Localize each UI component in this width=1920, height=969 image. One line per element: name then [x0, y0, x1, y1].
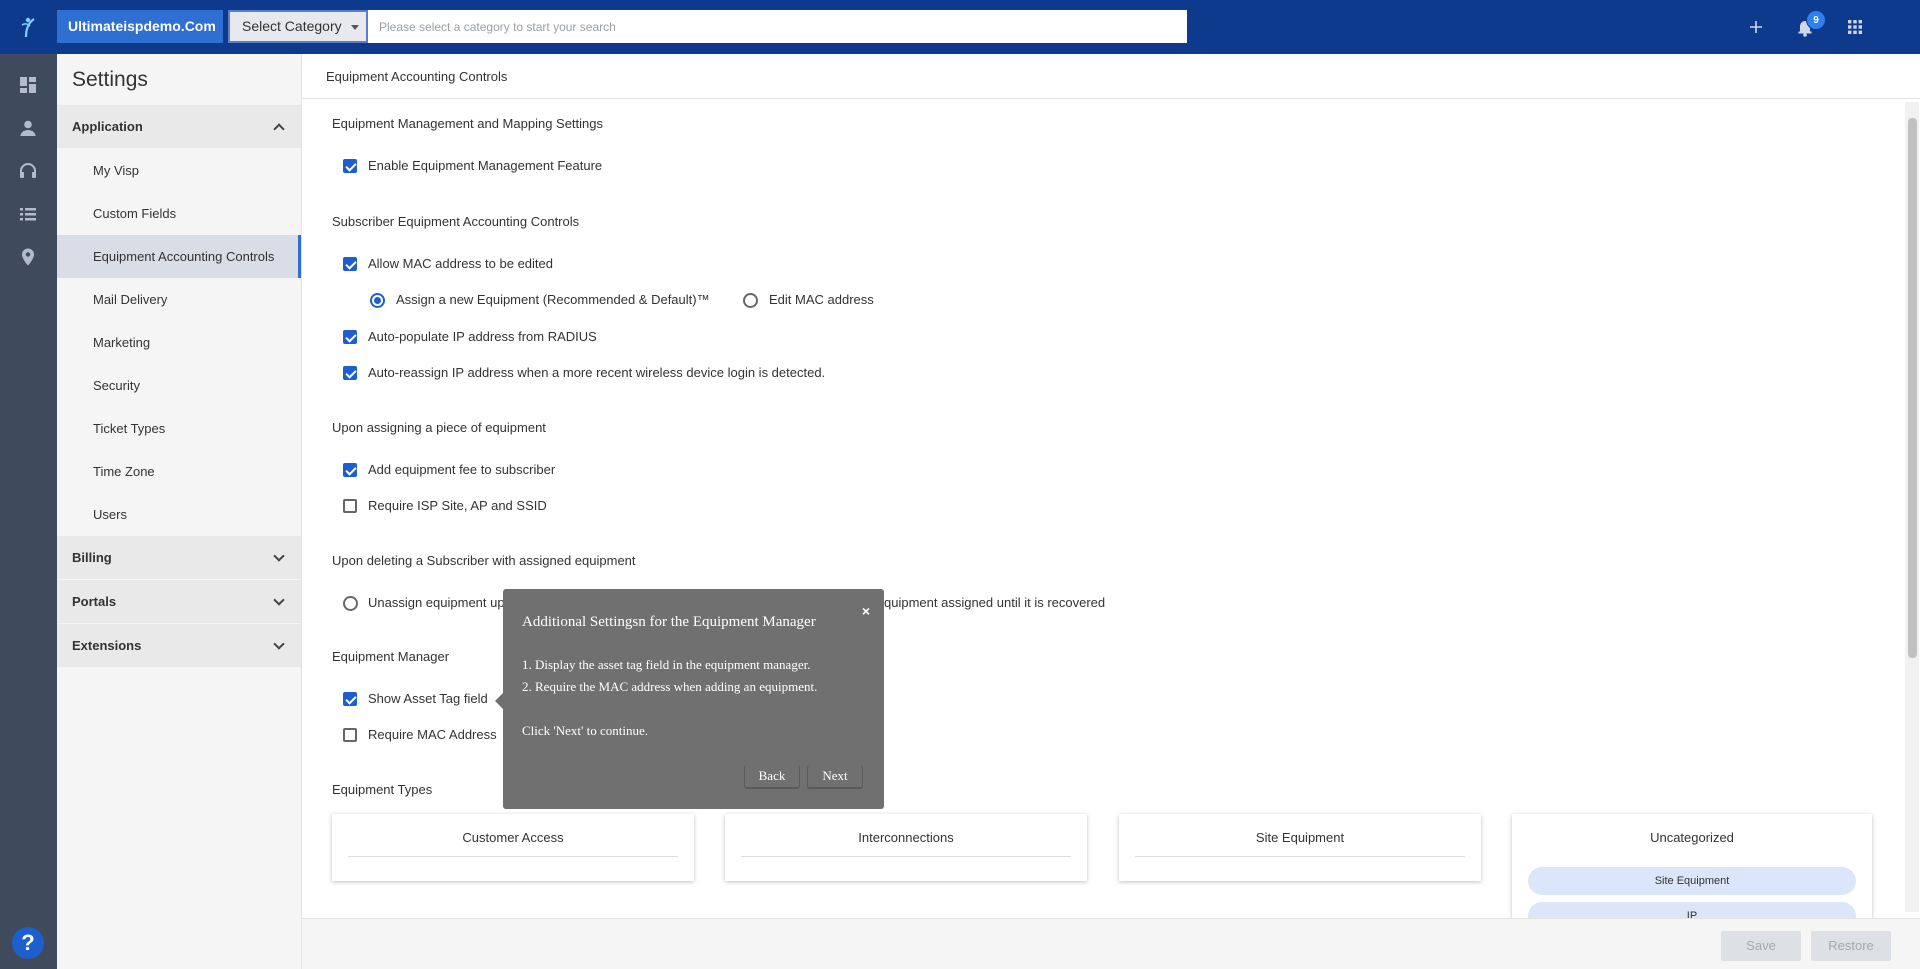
- sidebar-item-marketing[interactable]: Marketing: [57, 321, 301, 364]
- require-isp-site-label: Require ISP Site, AP and SSID: [368, 498, 547, 513]
- group-title-subscriber-controls: Subscriber Equipment Accounting Controls: [332, 214, 580, 229]
- card-divider: [741, 856, 1071, 857]
- card-title: Customer Access: [462, 830, 564, 845]
- enable-equipment-management-checkbox[interactable]: [343, 159, 357, 173]
- card-title: Uncategorized: [1650, 830, 1734, 845]
- category-select[interactable]: Select Category: [228, 10, 368, 43]
- category-select-label: Select Category: [242, 18, 342, 34]
- sidebar-item-ticket-types[interactable]: Ticket Types: [57, 407, 301, 450]
- sidebar-section-portals[interactable]: Portals: [57, 580, 301, 623]
- keep-equipment-assigned-label: quipment assigned until it is recovered: [884, 595, 1106, 610]
- card-title: Site Equipment: [1255, 830, 1345, 845]
- unassign-equipment-radio[interactable]: [343, 596, 358, 611]
- enable-equipment-management-label: Enable Equipment Management Feature: [368, 158, 603, 173]
- location-pin-icon[interactable]: [17, 246, 39, 268]
- tour-back-button[interactable]: Back: [744, 765, 800, 789]
- notification-count-badge: 9: [1806, 10, 1826, 30]
- section-label: Portals: [72, 594, 117, 609]
- add-equipment-fee-checkbox[interactable]: [343, 463, 357, 477]
- card-title: Interconnections: [858, 830, 954, 845]
- left-rail: [0, 54, 57, 969]
- sidebar-section-application[interactable]: Application: [57, 105, 301, 148]
- sidebar-item-security[interactable]: Security: [57, 364, 301, 407]
- tour-text-line: Click 'Next' to continue.: [522, 723, 648, 738]
- headset-icon[interactable]: [17, 160, 39, 182]
- add-equipment-fee-label: Add equipment fee to subscriber: [368, 462, 556, 477]
- search-input[interactable]: [368, 10, 1187, 43]
- dashboard-icon[interactable]: [17, 74, 39, 96]
- sidebar-item-custom-fields[interactable]: Custom Fields: [57, 192, 301, 235]
- company-button[interactable]: Ultimateispdemo.Com: [57, 10, 223, 43]
- require-mac-address-checkbox[interactable]: [343, 728, 357, 742]
- require-mac-address-label: Require MAC Address: [368, 727, 497, 742]
- help-button[interactable]: ?: [12, 927, 44, 959]
- settings-title: Settings: [72, 68, 148, 91]
- group-title-upon-assigning: Upon assigning a piece of equipment: [332, 420, 546, 435]
- top-bar: Ultimateispdemo.Com Select Category 9: [0, 0, 1920, 54]
- person-icon[interactable]: [17, 117, 39, 139]
- save-button[interactable]: Save: [1721, 931, 1801, 961]
- add-icon[interactable]: [1743, 14, 1769, 40]
- autoreassign-ip-label: Auto-reassign IP address when a more rec…: [368, 365, 826, 380]
- main-content: Equipment Accounting Controls Equipment …: [302, 54, 1920, 969]
- autoreassign-ip-checkbox[interactable]: [343, 366, 357, 380]
- caret-down-icon: [351, 25, 359, 30]
- autopopulate-ip-label: Auto-populate IP address from RADIUS: [368, 329, 597, 344]
- sidebar-item-equipment-accounting-controls[interactable]: Equipment Accounting Controls: [57, 235, 301, 278]
- chevron-down-icon: [273, 638, 285, 650]
- assign-new-equipment-label: Assign a new Equipment (Recommended & De…: [396, 292, 710, 307]
- show-asset-tag-checkbox[interactable]: [343, 692, 357, 706]
- tour-text-line: 1. Display the asset tag field in the eq…: [522, 657, 811, 672]
- edit-mac-address-radio[interactable]: [743, 293, 758, 308]
- equipment-chip[interactable]: IP: [1528, 902, 1856, 918]
- group-title-equipment-manager: Equipment Manager: [332, 649, 450, 664]
- equipment-type-card-uncategorized: Uncategorized Site Equipment IP: [1512, 814, 1872, 918]
- sidebar-item-users[interactable]: Users: [57, 493, 301, 536]
- sidebar-item-mail-delivery[interactable]: Mail Delivery: [57, 278, 301, 321]
- card-divider: [348, 856, 678, 857]
- sidebar-item-my-visp[interactable]: My Visp: [57, 149, 301, 192]
- equipment-type-card-interconnections: Interconnections: [725, 814, 1087, 881]
- group-title-upon-deleting: Upon deleting a Subscriber with assigned…: [332, 553, 636, 568]
- chevron-down-icon: [273, 550, 285, 562]
- action-footer: Save Restore: [302, 918, 1920, 969]
- close-icon[interactable]: ×: [862, 603, 870, 619]
- sidebar-section-billing[interactable]: Billing: [57, 536, 301, 579]
- require-isp-site-checkbox[interactable]: [343, 499, 357, 513]
- restore-button[interactable]: Restore: [1811, 931, 1891, 961]
- show-asset-tag-label: Show Asset Tag field: [368, 691, 488, 706]
- tour-text-line: 2. Require the MAC address when adding a…: [522, 679, 818, 694]
- section-label: Billing: [72, 550, 112, 565]
- section-label: Extensions: [72, 638, 142, 653]
- allow-mac-edit-label: Allow MAC address to be edited: [368, 256, 553, 271]
- settings-sidebar: Settings Application My Visp Custom Fiel…: [57, 54, 302, 969]
- tour-title: Additional Settingsn for the Equipment M…: [522, 614, 816, 630]
- sidebar-section-extensions[interactable]: Extensions: [57, 624, 301, 667]
- assign-new-equipment-radio[interactable]: [370, 293, 385, 308]
- group-title-equipment-types: Equipment Types: [332, 782, 433, 797]
- autopopulate-ip-checkbox[interactable]: [343, 330, 357, 344]
- scrollbar-thumb[interactable]: [1908, 118, 1917, 658]
- tour-popup: Additional Settingsn for the Equipment M…: [495, 589, 884, 809]
- equipment-chip[interactable]: Site Equipment: [1528, 867, 1856, 895]
- sidebar-item-time-zone[interactable]: Time Zone: [57, 450, 301, 493]
- edit-mac-address-label: Edit MAC address: [769, 292, 874, 307]
- equipment-type-card-site-equipment: Site Equipment: [1119, 814, 1481, 881]
- brand-logo-icon[interactable]: [18, 13, 40, 39]
- page-title: Equipment Accounting Controls: [302, 54, 1920, 99]
- apps-grid-icon[interactable]: [1842, 14, 1868, 40]
- group-title-equipment-management: Equipment Management and Mapping Setting…: [332, 116, 604, 131]
- equipment-type-card-customer-access: Customer Access: [332, 814, 694, 881]
- tour-next-button[interactable]: Next: [807, 765, 863, 789]
- allow-mac-edit-checkbox[interactable]: [343, 257, 357, 271]
- list-icon[interactable]: [17, 203, 39, 225]
- main-scrollbar[interactable]: [1905, 102, 1919, 912]
- unassign-equipment-label: Unassign equipment up: [368, 595, 505, 610]
- card-divider: [1135, 856, 1465, 857]
- section-label: Application: [72, 119, 143, 134]
- chevron-down-icon: [273, 594, 285, 606]
- chevron-up-icon: [273, 123, 285, 135]
